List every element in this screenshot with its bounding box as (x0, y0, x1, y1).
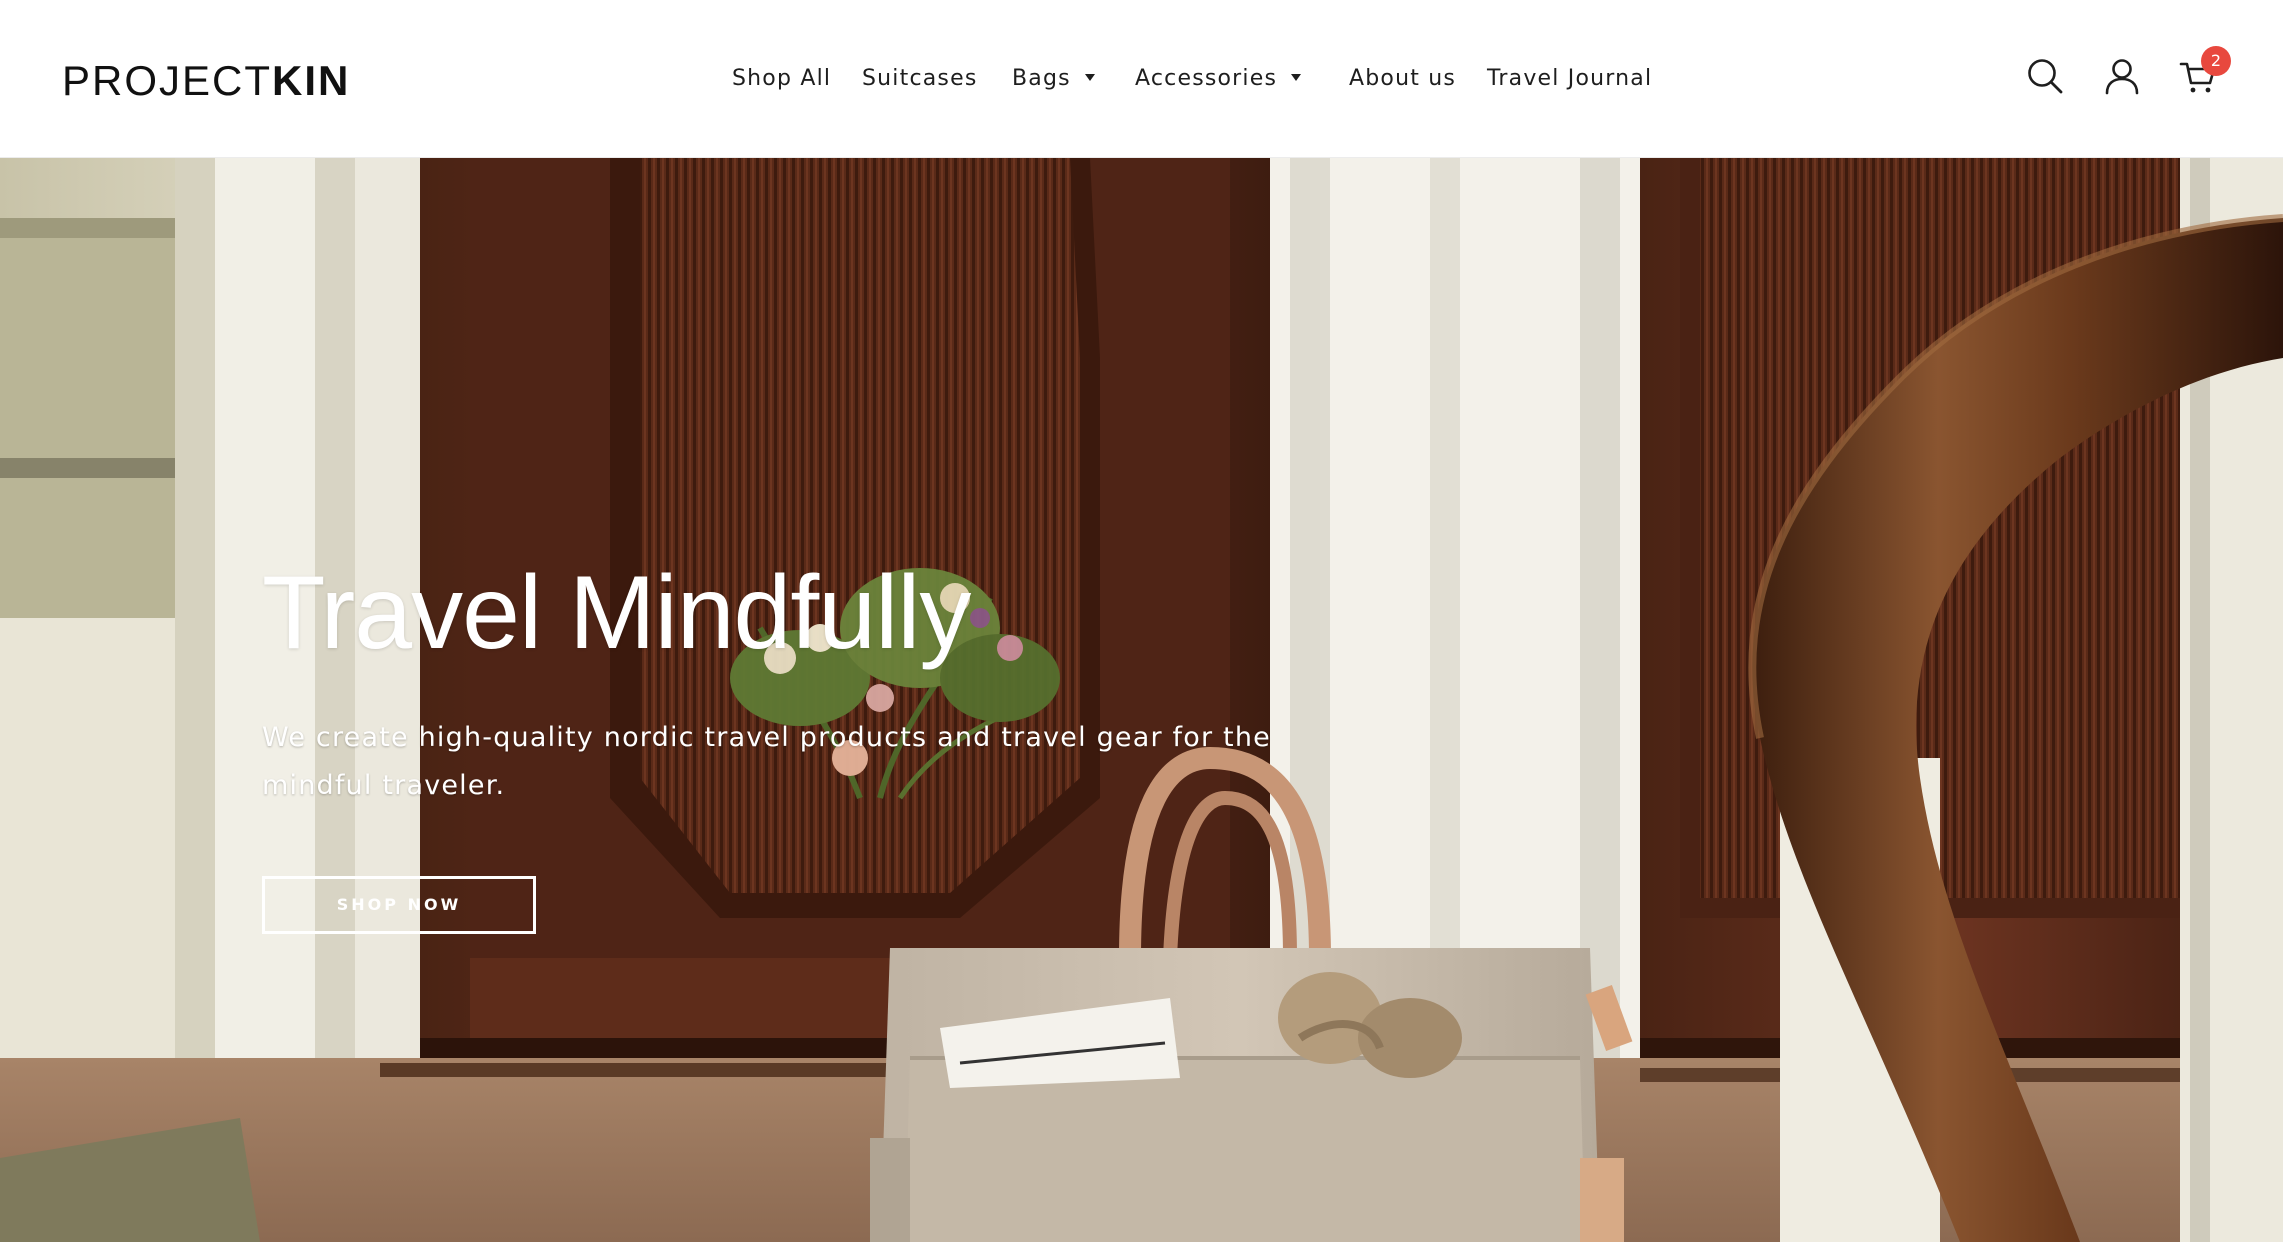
caret-down-icon (1084, 73, 1095, 81)
nav-item-travel-journal[interactable]: Travel Journal (1487, 58, 1652, 100)
hero-banner: Travel Mindfully We create high-quality … (0, 158, 2283, 1242)
shop-now-button[interactable]: SHOP NOW (262, 876, 536, 934)
site-header: PROJECTKIN Shop All Suitcases Bags Acces… (0, 0, 2283, 158)
nav-item-label: Bags (1012, 66, 1071, 91)
hero-background-image (0, 158, 2283, 1242)
nav-item-bags[interactable]: Bags (1012, 58, 1095, 100)
nav-item-about-us[interactable]: About us (1349, 58, 1456, 100)
hero-title: Travel Mindfully (262, 555, 971, 671)
nav-item-label: About us (1349, 66, 1457, 91)
hero-subtitle: We create high-quality nordic travel pro… (262, 722, 1271, 801)
account-button[interactable] (2102, 56, 2142, 96)
user-icon (2105, 59, 2139, 95)
search-button[interactable] (2025, 56, 2065, 96)
nav-item-suitcases[interactable]: Suitcases (862, 58, 977, 100)
nav-item-label: Suitcases (862, 66, 978, 91)
search-icon (2028, 59, 2063, 94)
caret-down-icon (1291, 73, 1302, 81)
nav-item-label: Accessories (1135, 66, 1278, 91)
main-nav: Shop All Suitcases Bags Accessories Abou… (0, 58, 2283, 100)
cart-count-badge: 2 (2201, 46, 2231, 76)
nav-item-accessories[interactable]: Accessories (1135, 58, 1302, 100)
nav-item-label: Shop All (732, 66, 832, 91)
nav-item-label: Travel Journal (1487, 66, 1653, 91)
nav-item-shop-all[interactable]: Shop All (732, 58, 831, 100)
